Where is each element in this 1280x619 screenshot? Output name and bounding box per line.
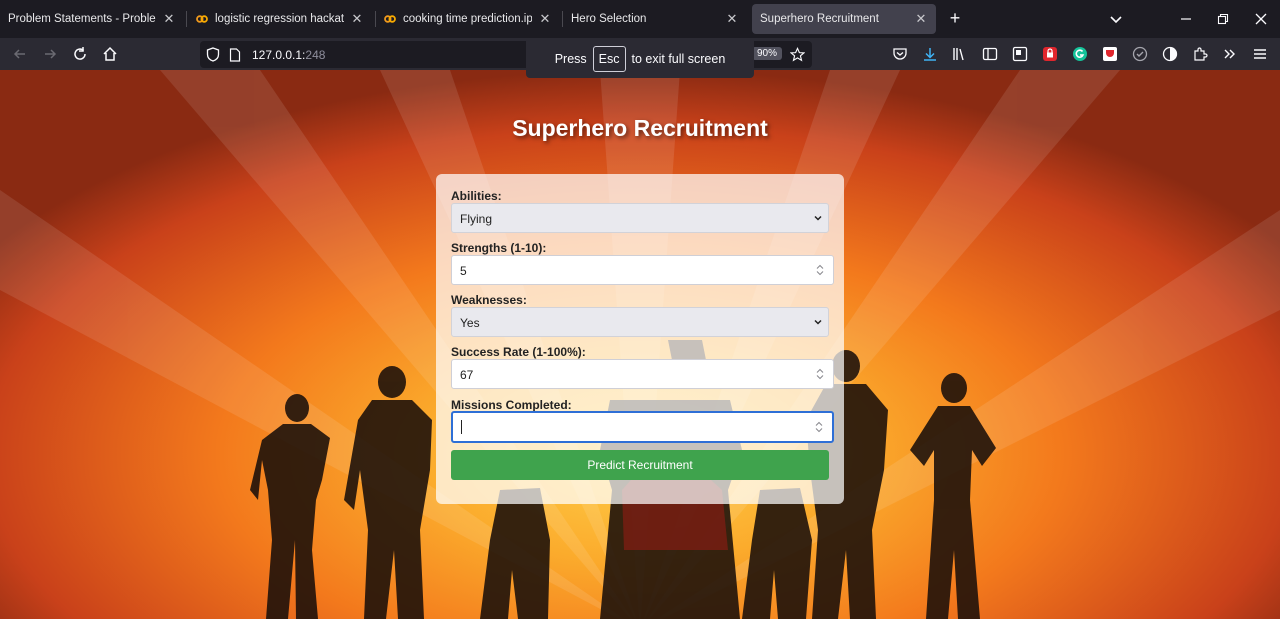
dark-mode-icon[interactable] [1162,46,1178,62]
url-port: 248 [305,48,326,62]
minimize-icon[interactable] [1176,9,1196,29]
stepper-icon[interactable] [815,367,825,381]
menu-icon[interactable] [1252,46,1268,62]
back-icon[interactable] [10,44,30,64]
tab-hero-selection[interactable]: Hero Selection ✕ [563,4,747,34]
page-title: Superhero Recruitment [512,115,768,141]
weaknesses-label: Weaknesses: [451,293,527,307]
weaknesses-select[interactable]: Yes [451,307,829,337]
grammarly-icon[interactable] [1072,46,1088,62]
tab-problem-statements[interactable]: Problem Statements - Problem Stat ✕ [0,4,184,34]
shield-icon[interactable] [206,47,220,62]
strengths-label: Strengths (1-10): [451,241,547,255]
success-rate-label: Success Rate (1-100%): [451,345,586,359]
tab-logistic-regression[interactable]: logistic regression hackathon p ✕ [188,4,372,34]
strengths-input[interactable]: 5 [451,255,834,285]
chevron-down-icon [814,319,822,325]
overflow-chevron-icon[interactable] [1222,46,1238,62]
forward-icon[interactable] [40,44,60,64]
close-icon[interactable]: ✕ [162,11,176,27]
extensions-icon[interactable] [1192,46,1208,62]
sidebar-icon[interactable] [982,46,998,62]
close-window-icon[interactable] [1251,9,1271,29]
colab-icon [196,15,208,23]
hint-press: Press [554,52,587,66]
chevron-down-icon [814,215,822,221]
tab-superhero-recruitment[interactable]: Superhero Recruitment ✕ [752,4,936,34]
tab-title: Superhero Recruitment [760,13,879,25]
esc-key: Esc [592,46,626,72]
recruitment-form: Abilities: Flying Strengths (1-10): 5 We… [436,174,844,504]
close-icon[interactable]: ✕ [725,11,739,27]
new-tab-button[interactable]: + [944,8,966,30]
chevron-down-icon[interactable] [1106,9,1126,29]
pocket-icon[interactable] [892,46,908,62]
star-icon[interactable] [790,47,805,62]
reload-icon[interactable] [70,44,90,64]
library-icon[interactable] [952,46,968,62]
strengths-value: 5 [460,264,467,278]
home-icon[interactable] [100,44,120,64]
abilities-value: Flying [460,212,493,226]
tab-title: cooking time prediction.ipynb [403,13,532,25]
page-icon [229,48,241,62]
pocket-save-icon[interactable] [1102,46,1118,62]
check-circle-icon[interactable] [1132,46,1148,62]
tab-cooking-time[interactable]: cooking time prediction.ipynb ✕ [376,4,560,34]
abilities-select[interactable]: Flying [451,203,829,233]
close-icon[interactable]: ✕ [350,11,364,27]
text-caret [461,420,462,434]
success-rate-value: 67 [460,368,474,382]
tab-separator [186,11,187,27]
missions-input[interactable] [451,411,834,443]
weaknesses-value: Yes [460,316,480,330]
download-icon[interactable] [922,46,938,62]
tab-title: Problem Statements - Problem Stat [8,13,156,25]
restore-icon[interactable] [1213,9,1233,29]
close-icon[interactable]: ✕ [538,11,552,27]
url-text[interactable]: 127.0.0.1:248 [252,48,325,62]
url-host: 127.0.0.1: [252,48,306,62]
tab-strip: Problem Statements - Problem Stat ✕ logi… [0,0,1280,38]
missions-label: Missions Completed: [451,398,572,412]
stepper-icon[interactable] [815,263,825,277]
hint-rest: to exit full screen [631,52,726,66]
page-content: Superhero Recruitment Abilities: Flying … [0,70,1280,619]
reader-view-icon[interactable] [1012,46,1028,62]
stepper-icon[interactable] [814,420,824,434]
colab-icon [384,15,396,23]
success-rate-input[interactable]: 67 [451,359,834,389]
predict-recruitment-button[interactable]: Predict Recruitment [451,450,829,480]
tab-title: Hero Selection [571,13,647,25]
zoom-level[interactable]: 90% [752,47,783,60]
close-icon[interactable]: ✕ [914,11,928,27]
tab-title: logistic regression hackathon p [215,13,344,25]
adblock-icon[interactable] [1042,46,1058,62]
abilities-label: Abilities: [451,189,502,203]
fullscreen-exit-hint: Press Esc to exit full screen [526,40,754,78]
